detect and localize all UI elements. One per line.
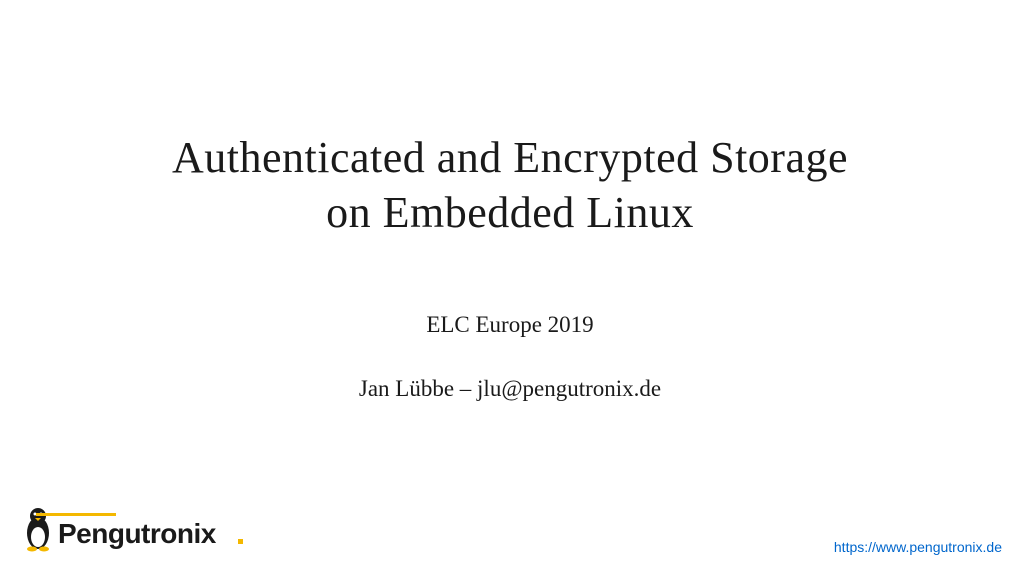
slide-author: Jan Lübbe – jlu@pengutronix.de <box>0 376 1020 402</box>
title-line-1: Authenticated and Encrypted Storage <box>172 133 848 182</box>
footer-link[interactable]: https://www.pengutronix.de <box>834 539 1002 555</box>
logo-wordmark: Pengutronix <box>58 518 217 549</box>
title-line-2: on Embedded Linux <box>326 188 694 237</box>
pengutronix-logo: Pengutronix <box>22 501 252 553</box>
slide-title: Authenticated and Encrypted Storage on E… <box>0 130 1020 240</box>
slide-subtitle: ELC Europe 2019 <box>0 312 1020 338</box>
